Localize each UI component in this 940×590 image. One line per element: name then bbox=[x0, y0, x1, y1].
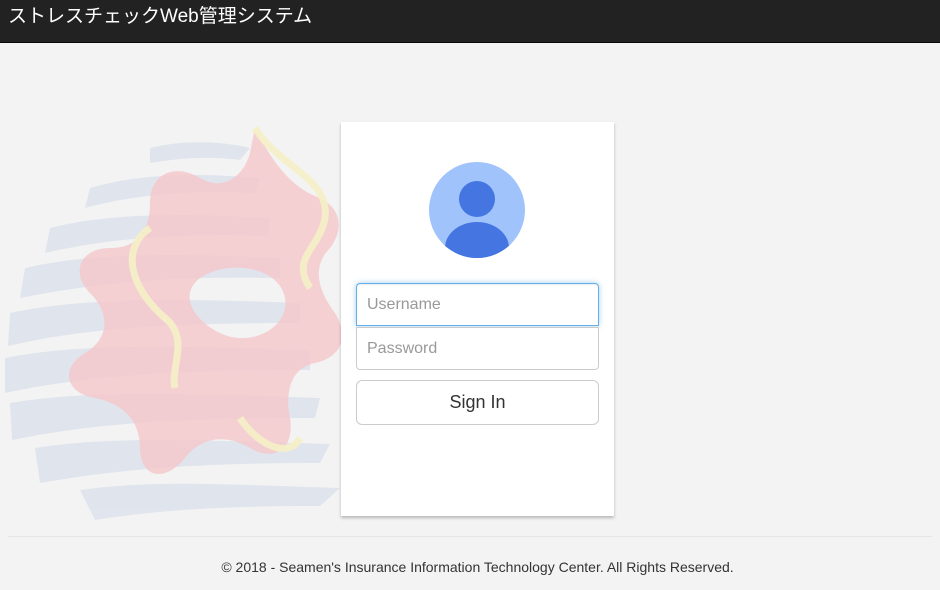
user-avatar-icon bbox=[429, 162, 525, 258]
app-title[interactable]: ストレスチェックWeb管理システム bbox=[8, 6, 312, 28]
footer-copyright: © 2018 - Seamen's Insurance Information … bbox=[221, 559, 734, 575]
sign-in-button[interactable]: Sign In bbox=[356, 380, 599, 425]
login-card: Sign In bbox=[341, 122, 614, 516]
footer-divider bbox=[8, 536, 932, 537]
top-navbar: ストレスチェックWeb管理システム bbox=[0, 0, 940, 43]
username-input[interactable] bbox=[356, 283, 599, 326]
password-input[interactable] bbox=[356, 327, 599, 370]
